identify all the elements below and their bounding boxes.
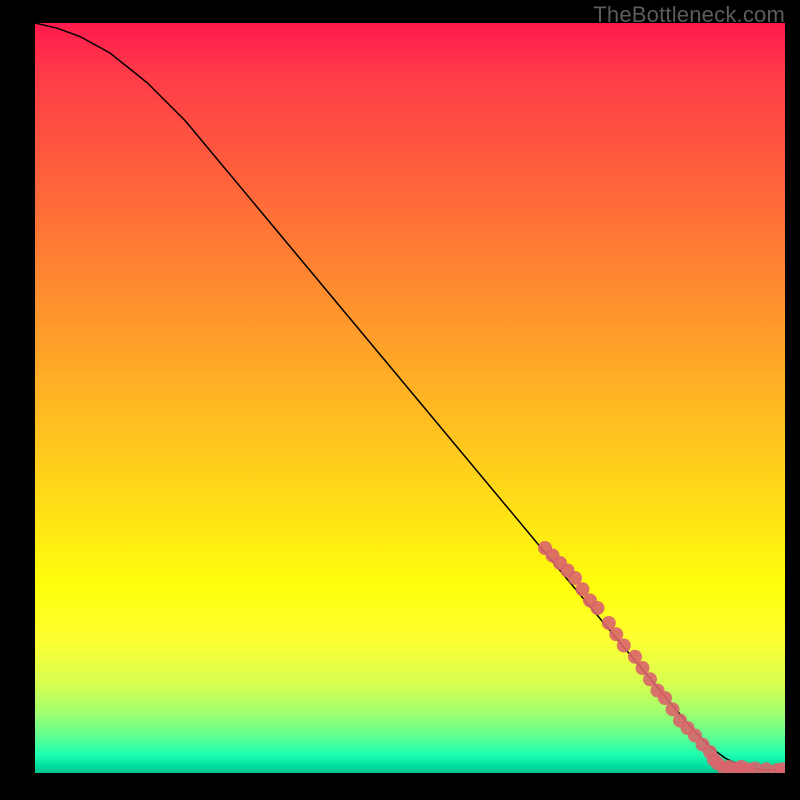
chart-svg	[35, 23, 785, 773]
data-point	[748, 762, 762, 774]
data-point	[707, 753, 721, 767]
data-point	[643, 672, 657, 686]
data-point	[546, 549, 560, 563]
data-point	[583, 594, 597, 608]
data-point	[538, 541, 552, 555]
data-point	[628, 650, 642, 664]
data-point	[666, 702, 680, 716]
data-point	[673, 714, 687, 728]
data-point	[591, 601, 605, 615]
data-point	[636, 661, 650, 675]
data-point	[602, 616, 616, 630]
data-point	[568, 571, 582, 585]
data-point	[609, 627, 623, 641]
data-curve	[35, 23, 785, 771]
data-point	[651, 684, 665, 698]
root: TheBottleneck.com	[0, 0, 800, 800]
data-point	[741, 762, 755, 773]
data-point	[617, 639, 631, 653]
data-point	[771, 763, 785, 773]
chart-plot-area	[35, 23, 785, 773]
data-point	[759, 762, 773, 773]
data-point	[776, 762, 785, 773]
data-point	[729, 762, 743, 774]
watermark-text: TheBottleneck.com	[593, 2, 785, 28]
data-point	[553, 556, 567, 570]
data-points	[538, 541, 785, 773]
data-point	[561, 564, 575, 578]
data-point	[703, 745, 717, 759]
data-point	[688, 729, 702, 743]
data-point	[576, 582, 590, 596]
data-point	[658, 691, 672, 705]
data-point	[722, 760, 736, 773]
data-point	[735, 760, 749, 773]
data-point	[681, 721, 695, 735]
data-point	[711, 756, 725, 770]
data-point	[717, 761, 731, 773]
data-point	[696, 738, 710, 752]
